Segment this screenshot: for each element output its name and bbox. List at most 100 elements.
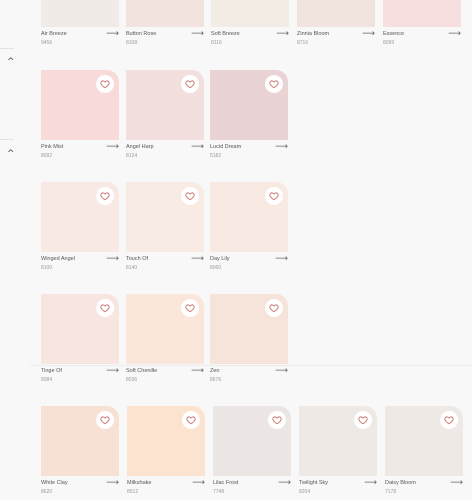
heart-icon[interactable]	[96, 75, 114, 93]
color-swatch[interactable]	[383, 0, 461, 27]
heart-icon[interactable]	[354, 411, 372, 429]
color-card[interactable]: Touch Of 8140 ⟶	[126, 182, 204, 271]
color-swatch[interactable]	[297, 0, 375, 27]
color-name: Twilight Sky	[299, 480, 329, 486]
color-name: Pink Mist	[41, 144, 64, 150]
color-card[interactable]: Twilight Sky 8204 ⟶	[299, 406, 377, 495]
heart-icon[interactable]	[96, 411, 114, 429]
arrow-right-icon[interactable]: ⟶	[191, 255, 204, 264]
heart-icon[interactable]	[265, 187, 283, 205]
color-name: Milkshake	[127, 480, 152, 486]
color-card[interactable]: Lucid Dream 5182 ⟶	[210, 70, 288, 159]
color-card[interactable]: Zinnia Bloom 8716 ⟶	[297, 0, 375, 46]
color-card[interactable]: Tinge Of 8084 ⟶	[41, 294, 119, 383]
heart-icon[interactable]	[96, 299, 114, 317]
color-card[interactable]: Daisy Bloom 7178 ⟶	[385, 406, 463, 495]
color-name: Air Breeze	[41, 31, 67, 37]
heart-icon[interactable]	[182, 411, 200, 429]
arrow-right-icon[interactable]: ⟶	[448, 30, 461, 39]
color-card[interactable]: Winged Angel 8100 ⟶	[41, 182, 119, 271]
color-card[interactable]: Soft Breeze 8116 ⟶	[211, 0, 289, 46]
color-card[interactable]: Essence 8099 ⟶	[383, 0, 461, 46]
color-name: Zen	[210, 368, 220, 374]
color-name: Winged Angel	[41, 256, 75, 262]
color-name: Daisy Bloom	[385, 480, 416, 486]
color-card[interactable]: Angel Harp 8124 ⟶	[126, 70, 204, 159]
arrow-right-icon[interactable]: ⟶	[276, 30, 289, 39]
color-code: 9456	[41, 40, 53, 46]
gutter-divider	[0, 48, 14, 49]
color-code: 8099	[383, 40, 395, 46]
arrow-right-icon[interactable]: ⟶	[106, 367, 119, 376]
color-card[interactable]: Pink Mist 8092 ⟶	[41, 70, 119, 159]
color-code: 7748	[213, 489, 225, 495]
arrow-right-icon[interactable]: ⟶	[106, 255, 119, 264]
heart-icon[interactable]	[268, 411, 286, 429]
arrow-right-icon[interactable]: ⟶	[275, 255, 288, 264]
color-card[interactable]: Lilac Frost 7748 ⟶	[213, 406, 291, 495]
chevron-up-icon[interactable]: ^	[7, 150, 15, 159]
arrow-right-icon[interactable]: ⟶	[278, 479, 291, 488]
color-code: 8084	[41, 377, 53, 383]
color-swatch[interactable]	[211, 0, 289, 27]
color-name: Soft Chenille	[126, 368, 158, 374]
heart-icon[interactable]	[440, 411, 458, 429]
arrow-right-icon[interactable]: ⟶	[191, 30, 204, 39]
color-card[interactable]: Zen 8676 ⟶	[210, 294, 288, 383]
color-swatch[interactable]	[41, 0, 119, 27]
color-code: 8716	[297, 40, 309, 46]
arrow-right-icon[interactable]: ⟶	[191, 143, 204, 152]
arrow-right-icon[interactable]: ⟶	[191, 367, 204, 376]
heart-icon[interactable]	[96, 187, 114, 205]
color-name: Touch Of	[126, 256, 149, 262]
arrow-right-icon[interactable]: ⟶	[192, 479, 205, 488]
heart-icon[interactable]	[265, 299, 283, 317]
heart-icon[interactable]	[181, 299, 199, 317]
color-code: 8100	[41, 265, 53, 271]
gutter-divider	[0, 139, 14, 140]
color-name: White Clay	[41, 480, 68, 486]
color-name: Zinnia Bloom	[297, 31, 330, 37]
color-name: Essence	[383, 31, 405, 37]
color-card[interactable]: White Clay 8620 ⟶	[41, 406, 119, 495]
color-card[interactable]: Soft Chenille 8036 ⟶	[126, 294, 204, 383]
arrow-right-icon[interactable]: ⟶	[106, 143, 119, 152]
color-name: Day Lily	[210, 256, 230, 262]
heart-icon[interactable]	[181, 187, 199, 205]
color-name: Lucid Dream	[210, 144, 242, 150]
color-code: 8036	[126, 377, 138, 383]
color-name: Lilac Frost	[213, 480, 239, 486]
color-code: 8676	[210, 377, 222, 383]
color-name: Tinge Of	[41, 368, 62, 374]
color-code: 8140	[126, 265, 138, 271]
color-code: 5182	[210, 153, 222, 159]
row-divider	[30, 365, 472, 366]
color-code: 8012	[127, 489, 139, 495]
heart-icon[interactable]	[181, 75, 199, 93]
color-card[interactable]: Day Lily 8060 ⟶	[210, 182, 288, 271]
color-code: 8204	[299, 489, 311, 495]
color-code: 8116	[211, 40, 222, 46]
color-name: Soft Breeze	[211, 31, 240, 37]
color-code: 8060	[210, 265, 222, 271]
color-card[interactable]: Air Breeze 9456 ⟶	[41, 0, 119, 46]
arrow-right-icon[interactable]: ⟶	[106, 30, 119, 39]
color-code: 8092	[41, 153, 53, 159]
arrow-right-icon[interactable]: ⟶	[364, 479, 377, 488]
arrow-right-icon[interactable]: ⟶	[106, 479, 119, 488]
arrow-right-icon[interactable]: ⟶	[362, 30, 375, 39]
arrow-right-icon[interactable]: ⟶	[275, 367, 288, 376]
chevron-up-icon[interactable]: ^	[7, 58, 15, 67]
color-code: 8108	[126, 40, 138, 46]
arrow-right-icon[interactable]: ⟶	[450, 479, 463, 488]
color-card[interactable]: Button Rose 8108 ⟶	[126, 0, 204, 46]
color-card[interactable]: Milkshake 8012 ⟶	[127, 406, 205, 495]
heart-icon[interactable]	[265, 75, 283, 93]
color-name: Button Rose	[126, 31, 157, 37]
color-name: Angel Harp	[126, 144, 154, 150]
color-swatch[interactable]	[126, 0, 204, 27]
color-code: 8620	[41, 489, 53, 495]
color-code: 8124	[126, 153, 138, 159]
arrow-right-icon[interactable]: ⟶	[275, 143, 288, 152]
color-code: 7178	[385, 489, 397, 495]
